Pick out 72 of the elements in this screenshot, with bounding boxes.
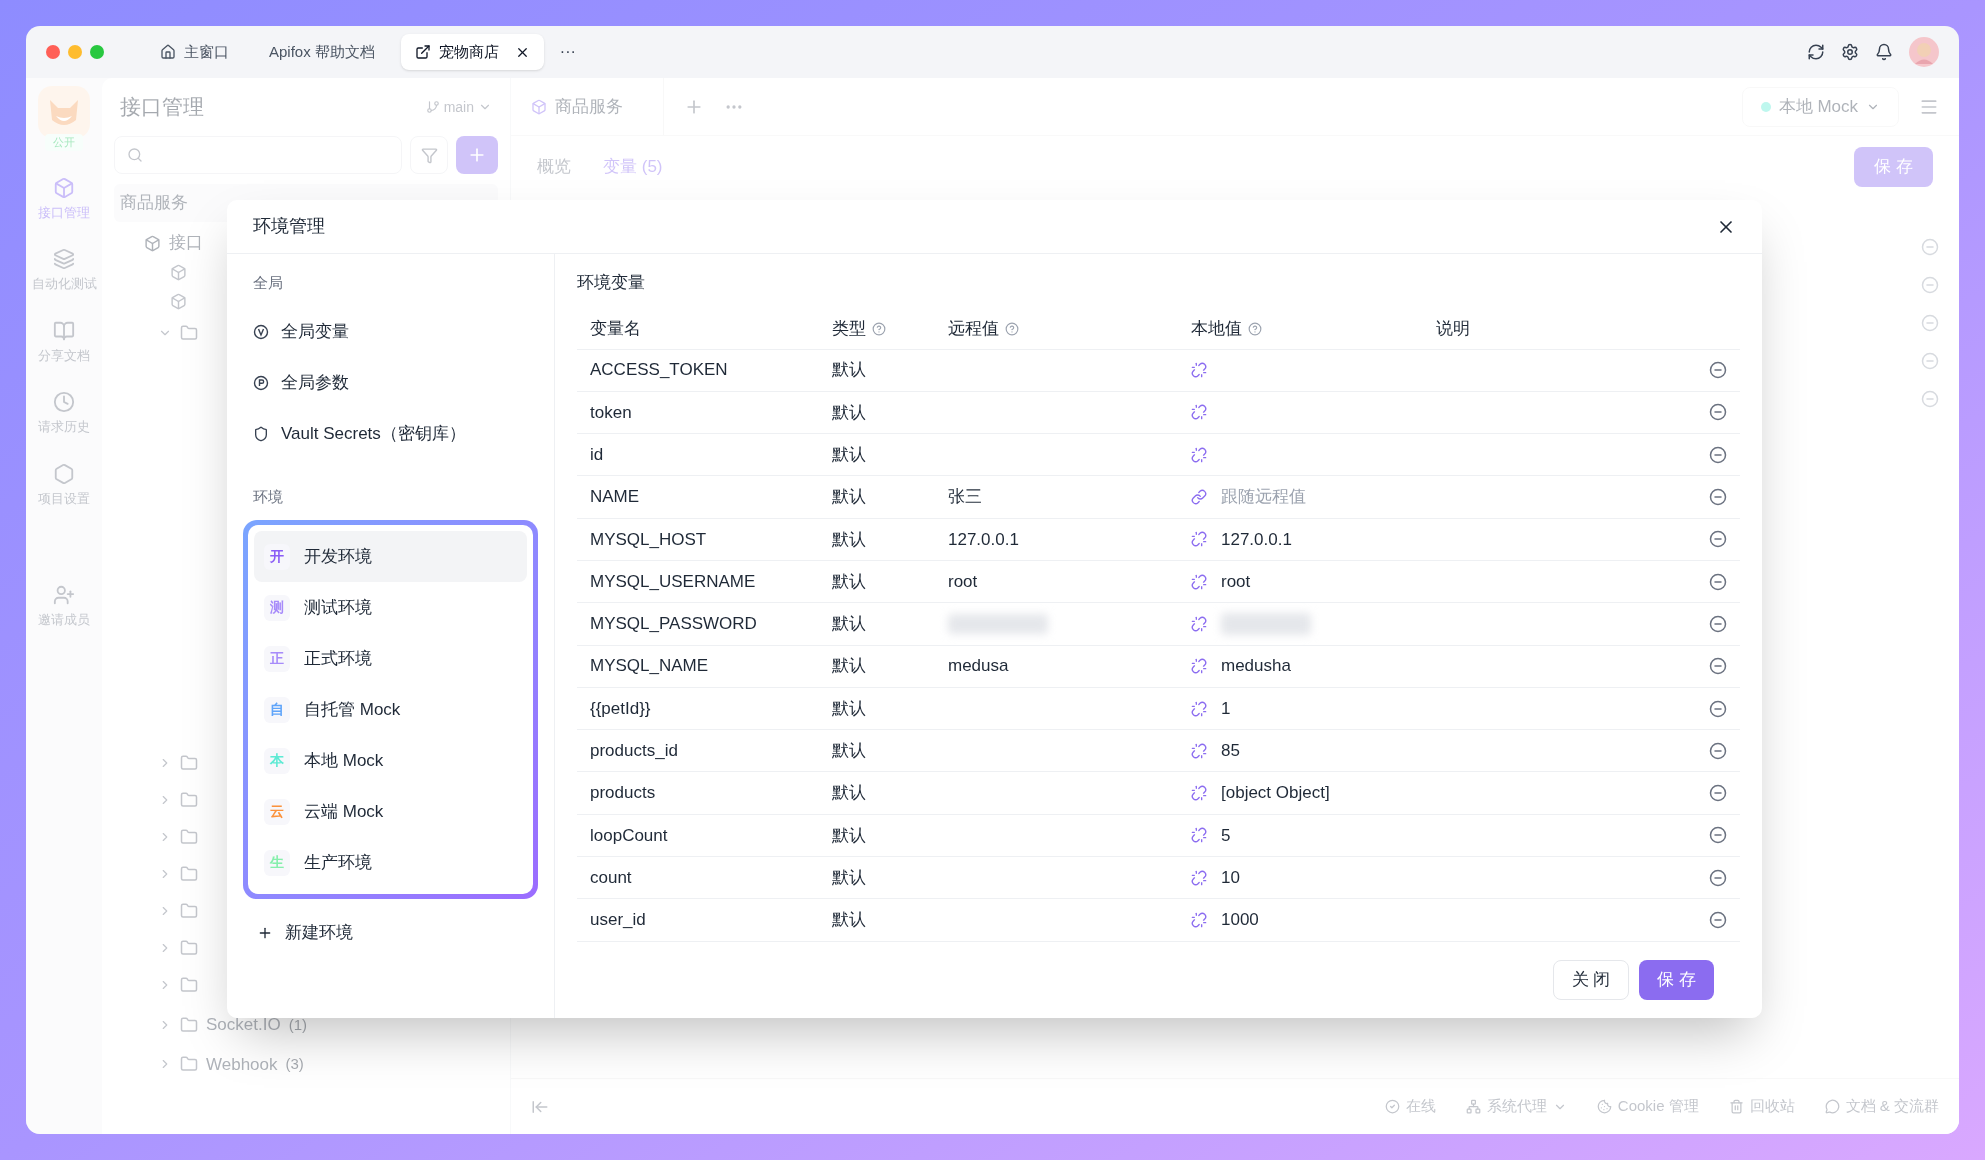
variable-type: 默认 — [832, 740, 867, 763]
variable-type: 默认 — [832, 528, 867, 551]
section-title: 环境变量 — [577, 272, 646, 294]
variable-type: 默认 — [832, 697, 867, 720]
environment-badge: 正 — [264, 645, 290, 672]
variable-name: MYSQL_USERNAME — [590, 570, 757, 593]
variable-type: 默认 — [832, 570, 867, 593]
tab-label: 主窗口 — [184, 41, 229, 62]
environment-badge: 云 — [264, 798, 290, 825]
local-value: medusha — [1221, 656, 1291, 676]
section-heading: 全局 — [252, 273, 284, 293]
environment-label: 本地 Mock — [304, 749, 384, 772]
local-value: 85 — [1221, 741, 1240, 761]
variable-name: {{petId}} — [590, 697, 652, 720]
environment-label: 正式环境 — [304, 647, 372, 670]
local-value: 127.0.0.1 — [1221, 529, 1292, 549]
local-value: [object Object] — [1221, 783, 1330, 803]
section-heading: 环境 — [252, 486, 284, 507]
environment-label: 云端 Mock — [304, 800, 384, 823]
environment-badge: 生 — [264, 849, 290, 876]
variable-type: 默认 — [832, 824, 867, 847]
column-header: 远程值 — [948, 318, 999, 341]
variable-name: user_id — [590, 909, 647, 932]
variable-name: products_id — [590, 740, 679, 763]
column-header: 本地值 — [1191, 318, 1242, 341]
variable-name: ACCESS_TOKEN — [590, 359, 729, 382]
folder-count: (1) — [288, 1014, 307, 1035]
local-value: 10 — [1221, 867, 1240, 887]
variable-type: 默认 — [832, 782, 867, 805]
variable-name: products — [590, 782, 657, 805]
variable-type: 默认 — [832, 486, 867, 509]
variable-type: 默认 — [832, 655, 867, 678]
folder-label: Webhook — [206, 1053, 278, 1076]
environment-badge: 开 — [264, 543, 290, 570]
variable-name: count — [590, 866, 633, 889]
folder-label: Socket.IO — [206, 1014, 281, 1036]
variable-type: 默认 — [832, 444, 867, 466]
local-value: 1 — [1221, 698, 1231, 718]
environment-label: 自托管 Mock — [304, 698, 401, 721]
tab-label: 宠物商店 — [438, 41, 499, 62]
column-header: 类型 — [832, 318, 866, 341]
variable-type: 默认 — [832, 401, 867, 424]
environment-badge: 自 — [264, 696, 290, 723]
environment-label: 开发环境 — [304, 545, 372, 568]
public-badge: 公开 — [45, 134, 83, 151]
remote-value: 127.0.0.1 — [948, 529, 1019, 549]
variable-name: id — [590, 444, 605, 466]
remote-value: root — [948, 571, 978, 591]
variable-type: 默认 — [832, 613, 867, 636]
column-header: 说明 — [1436, 318, 1470, 341]
variable-name: MYSQL_PASSWORD — [590, 613, 758, 636]
tab-label: Apifox 帮助文档 — [269, 41, 375, 62]
local-value: 1000 — [1221, 910, 1259, 930]
panel-title: 接口管理 — [120, 94, 204, 121]
variable-name: MYSQL_HOST — [590, 528, 708, 551]
environment-label: 生产环境 — [304, 851, 372, 874]
variable-type: 默认 — [832, 359, 867, 382]
variable-type: 默认 — [832, 866, 867, 889]
remote-value: medusa — [948, 656, 1009, 676]
variable-name: MYSQL_NAME — [590, 655, 710, 678]
column-header: 变量名 — [590, 318, 641, 341]
environment-badge: 本 — [264, 747, 290, 774]
variable-name: loopCount — [590, 824, 669, 847]
variable-type: 默认 — [832, 909, 867, 932]
remote-value: 张三 — [948, 487, 982, 507]
folder-count: (3) — [285, 1054, 304, 1074]
variable-name: token — [590, 401, 633, 424]
variable-name: NAME — [590, 486, 641, 509]
local-value: root — [1221, 571, 1251, 591]
environment-label: 测试环境 — [304, 596, 372, 619]
local-value: 5 — [1221, 825, 1231, 845]
environment-badge: 测 — [264, 594, 290, 621]
